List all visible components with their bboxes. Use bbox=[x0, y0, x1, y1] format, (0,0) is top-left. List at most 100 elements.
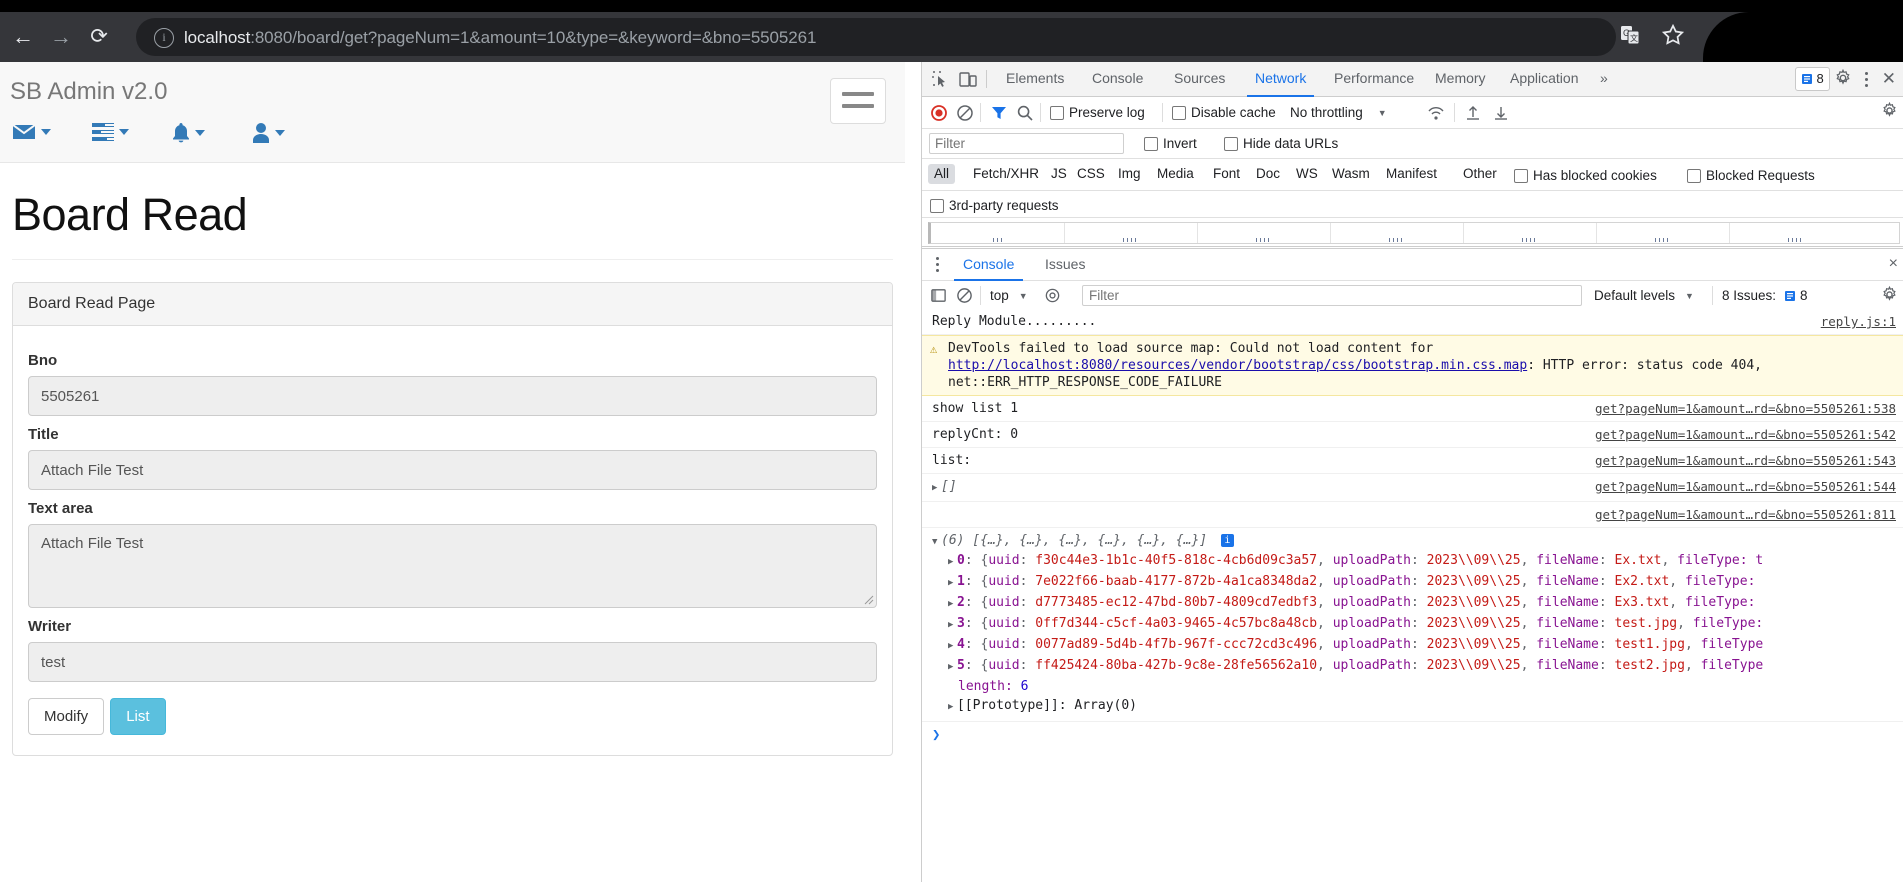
array-entry-row[interactable]: ▶ 1: {uuid: 7e022f66-baab-4177-872b-4a1ca… bbox=[922, 572, 1903, 593]
console-source-link[interactable]: get?pageNum=1&amount…rd=&bno=5505261:542 bbox=[1595, 426, 1896, 443]
drawer-tab-console[interactable]: Console bbox=[954, 249, 1024, 281]
type-filter-wasm[interactable]: Wasm bbox=[1326, 164, 1376, 184]
tab-performance[interactable]: Performance bbox=[1326, 62, 1422, 95]
preserve-log-checkbox[interactable]: Preserve log bbox=[1050, 102, 1145, 123]
brand-title[interactable]: SB Admin v2.0 bbox=[10, 78, 167, 106]
inspect-element-icon[interactable] bbox=[930, 69, 952, 89]
hide-data-urls-checkbox[interactable]: Hide data URLs bbox=[1224, 133, 1338, 154]
devtools-close-icon[interactable]: ✕ bbox=[1878, 69, 1900, 89]
console-filter-input[interactable] bbox=[1082, 285, 1582, 306]
type-filter-all[interactable]: All bbox=[928, 164, 956, 184]
modify-button[interactable]: Modify bbox=[28, 698, 105, 735]
console-row-blank[interactable]: get?pageNum=1&amount…rd=&bno=5505261:811 bbox=[922, 502, 1903, 528]
alerts-dropdown[interactable] bbox=[172, 122, 205, 144]
console-context-select[interactable]: top ▼ bbox=[990, 285, 1028, 306]
blocked-requests-checkbox[interactable]: Blocked Requests bbox=[1687, 165, 1815, 186]
type-filter-ws[interactable]: WS bbox=[1290, 164, 1324, 184]
title-input[interactable] bbox=[28, 450, 877, 490]
type-filter-js[interactable]: JS bbox=[1045, 164, 1073, 184]
tab-memory[interactable]: Memory bbox=[1427, 62, 1494, 95]
device-toolbar-icon[interactable] bbox=[958, 69, 980, 89]
content-textarea[interactable]: Attach File Test bbox=[28, 524, 877, 608]
clear-console-icon[interactable] bbox=[956, 285, 973, 306]
type-filter-media[interactable]: Media bbox=[1151, 164, 1200, 184]
console-sidebar-toggle-icon[interactable] bbox=[930, 285, 947, 306]
tab-sources[interactable]: Sources bbox=[1166, 62, 1233, 95]
search-icon[interactable] bbox=[1016, 102, 1034, 123]
type-filter-other[interactable]: Other bbox=[1457, 164, 1503, 184]
console-row-sourcemap-warning[interactable]: ⚠ DevTools failed to load source map: Cou… bbox=[922, 335, 1903, 396]
writer-input[interactable] bbox=[28, 642, 877, 682]
expand-triangle-icon[interactable]: ▶ bbox=[948, 617, 957, 634]
type-filter-img[interactable]: Img bbox=[1112, 164, 1147, 184]
drawer-close-icon[interactable]: × bbox=[1889, 254, 1898, 274]
expand-triangle-icon[interactable]: ▶ bbox=[948, 596, 957, 613]
console-levels-select[interactable]: Default levels ▼ bbox=[1594, 285, 1694, 306]
console-row-show-list[interactable]: show list 1 get?pageNum=1&amount…rd=&bno… bbox=[922, 396, 1903, 422]
network-overview-timeline[interactable] bbox=[922, 218, 1903, 247]
console-source-link[interactable]: reply.js:1 bbox=[1821, 313, 1896, 330]
console-issues-badge[interactable]: 8 Issues: 8 bbox=[1722, 285, 1808, 306]
array-prototype-row[interactable]: ▶ [[Prototype]]: Array(0) bbox=[922, 696, 1903, 722]
array-entry-row[interactable]: ▶ 3: {uuid: 0ff7d344-c5cf-4a03-9465-4c57b… bbox=[922, 614, 1903, 635]
has-blocked-cookies-checkbox[interactable]: Has blocked cookies bbox=[1514, 165, 1657, 186]
console-row-array-header[interactable]: ▼ (6) [{…}, {…}, {…}, {…}, {…}, {…}] i bbox=[922, 528, 1903, 551]
messages-dropdown[interactable] bbox=[12, 122, 51, 142]
devtools-more-options-icon[interactable] bbox=[1860, 69, 1874, 89]
type-filter-css[interactable]: CSS bbox=[1071, 164, 1111, 184]
console-source-link[interactable]: get?pageNum=1&amount…rd=&bno=5505261:811 bbox=[1595, 506, 1896, 523]
reload-icon[interactable]: ⟳ bbox=[84, 22, 114, 52]
tab-console[interactable]: Console bbox=[1084, 62, 1151, 95]
console-row-empty-array[interactable]: ▶[] get?pageNum=1&amount…rd=&bno=5505261… bbox=[922, 474, 1903, 502]
tab-application[interactable]: Application bbox=[1502, 62, 1587, 95]
console-row-replycnt[interactable]: replyCnt: 0 get?pageNum=1&amount…rd=&bno… bbox=[922, 422, 1903, 448]
throttling-select[interactable]: No throttling ▼ bbox=[1290, 102, 1387, 123]
user-dropdown[interactable] bbox=[252, 122, 285, 144]
array-entry-row[interactable]: ▶ 5: {uuid: ff425424-80ba-427b-9c8e-28fe5… bbox=[922, 656, 1903, 677]
third-party-requests-checkbox[interactable]: 3rd-party requests bbox=[930, 195, 1059, 216]
settings-gear-icon[interactable] bbox=[1834, 68, 1856, 89]
console-row-reply-module[interactable]: Reply Module......... reply.js:1 bbox=[922, 309, 1903, 335]
live-expression-icon[interactable] bbox=[1044, 285, 1061, 306]
tab-elements[interactable]: Elements bbox=[998, 62, 1072, 95]
expand-triangle-icon[interactable]: ▶ bbox=[948, 575, 957, 592]
collapse-triangle-icon[interactable]: ▼ bbox=[932, 534, 941, 551]
translate-icon[interactable]: G 文 bbox=[1617, 22, 1647, 52]
bookmark-star-icon[interactable] bbox=[1660, 22, 1690, 52]
expand-triangle-icon[interactable]: ▶ bbox=[948, 638, 957, 655]
list-button[interactable]: List bbox=[110, 698, 166, 735]
bno-input[interactable] bbox=[28, 376, 877, 416]
clear-network-button[interactable] bbox=[956, 102, 974, 123]
array-entry-row[interactable]: ▶ 4: {uuid: 0077ad89-5d4b-4f7b-967f-ccc72… bbox=[922, 635, 1903, 656]
more-tabs-icon[interactable]: » bbox=[1592, 62, 1616, 95]
disable-cache-checkbox[interactable]: Disable cache bbox=[1172, 102, 1276, 123]
address-bar[interactable]: i localhost:8080/board/get?pageNum=1&amo… bbox=[136, 18, 1616, 56]
console-settings-gear-icon[interactable] bbox=[1881, 285, 1898, 308]
console-log-list[interactable]: Reply Module......... reply.js:1 ⚠ DevToo… bbox=[922, 309, 1903, 882]
tasks-dropdown[interactable] bbox=[92, 122, 129, 142]
import-har-icon[interactable] bbox=[1464, 102, 1482, 123]
issues-badge[interactable]: 8 bbox=[1794, 66, 1830, 91]
info-badge-icon[interactable]: i bbox=[1220, 534, 1234, 547]
type-filter-font[interactable]: Font bbox=[1207, 164, 1246, 184]
drawer-tab-issues[interactable]: Issues bbox=[1036, 249, 1094, 279]
filter-toggle-icon[interactable] bbox=[990, 102, 1008, 123]
array-entry-row[interactable]: ▶ 2: {uuid: d7773485-ec12-47bd-80b7-4809c… bbox=[922, 593, 1903, 614]
console-source-link[interactable]: get?pageNum=1&amount…rd=&bno=5505261:543 bbox=[1595, 452, 1896, 469]
export-har-icon[interactable] bbox=[1492, 102, 1510, 123]
console-prompt[interactable]: ❯ bbox=[922, 722, 1903, 748]
record-button[interactable] bbox=[930, 102, 948, 123]
console-source-link[interactable]: get?pageNum=1&amount…rd=&bno=5505261:538 bbox=[1595, 400, 1896, 417]
expand-triangle-icon[interactable]: ▶ bbox=[948, 659, 957, 676]
expand-triangle-icon[interactable]: ▶ bbox=[932, 480, 941, 497]
console-source-link[interactable]: get?pageNum=1&amount…rd=&bno=5505261:544 bbox=[1595, 478, 1896, 495]
sidebar-toggle-button[interactable] bbox=[830, 78, 886, 124]
type-filter-fetchxhr[interactable]: Fetch/XHR bbox=[967, 164, 1045, 184]
back-icon[interactable]: ← bbox=[8, 22, 38, 52]
expand-triangle-icon[interactable]: ▶ bbox=[948, 554, 957, 571]
forward-icon[interactable]: → bbox=[46, 22, 76, 52]
expand-triangle-icon[interactable]: ▶ bbox=[948, 699, 957, 716]
warning-link[interactable]: http://localhost:8080/resources/vendor/b… bbox=[948, 358, 1527, 373]
site-info-icon[interactable]: i bbox=[154, 28, 174, 48]
type-filter-doc[interactable]: Doc bbox=[1250, 164, 1286, 184]
